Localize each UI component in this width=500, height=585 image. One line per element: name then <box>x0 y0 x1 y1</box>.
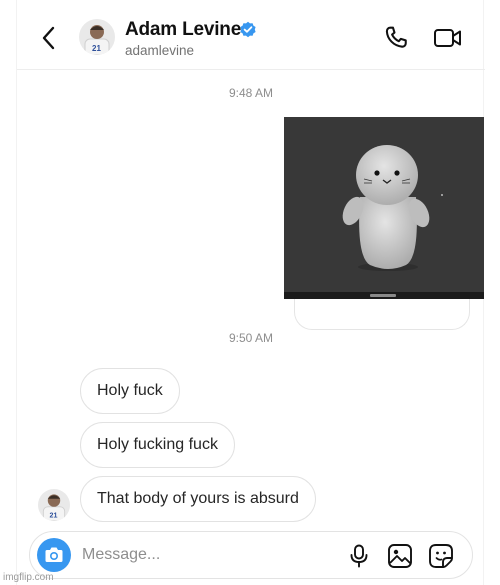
contact-name[interactable]: Adam Levine <box>125 19 241 41</box>
back-button[interactable] <box>39 24 59 52</box>
sticker-button[interactable] <box>428 543 454 569</box>
incoming-message[interactable]: That body of yours is absurd <box>80 476 316 522</box>
sender-avatar[interactable]: 21 <box>38 489 70 521</box>
camera-button[interactable] <box>37 538 71 572</box>
verified-badge-icon <box>240 21 256 38</box>
video-call-button[interactable] <box>433 26 463 50</box>
message-input[interactable] <box>82 540 282 570</box>
thread-header: 21 Adam Levine adamlevine <box>17 0 485 70</box>
svg-text:21: 21 <box>50 511 58 519</box>
seal-plush-image <box>342 145 443 271</box>
media-progress-bar <box>284 292 484 299</box>
voice-message-button[interactable] <box>348 544 370 568</box>
message-timestamp: 9:50 AM <box>228 331 274 345</box>
image-icon <box>388 544 412 568</box>
audio-call-button[interactable] <box>383 25 409 51</box>
video-camera-icon <box>434 29 461 47</box>
svg-text:21: 21 <box>92 44 101 53</box>
gallery-button[interactable] <box>387 543 413 569</box>
watermark: imgflip.com <box>3 572 54 583</box>
dm-thread-screen: 21 Adam Levine adamlevine 9:48 AM 9:50 A… <box>16 0 485 585</box>
chevron-left-icon <box>42 26 55 50</box>
message-timestamp: 9:48 AM <box>228 86 274 100</box>
sticker-icon <box>429 544 453 568</box>
profile-avatar[interactable]: 21 <box>79 19 115 55</box>
incoming-message[interactable]: Holy fuck <box>80 368 180 414</box>
phone-icon <box>385 26 407 48</box>
message-composer <box>29 531 473 579</box>
shared-media-image[interactable] <box>284 117 484 299</box>
microphone-icon <box>350 544 368 568</box>
camera-icon <box>45 547 63 562</box>
incoming-message[interactable]: Holy fucking fuck <box>80 422 235 468</box>
contact-handle: adamlevine <box>125 43 195 58</box>
